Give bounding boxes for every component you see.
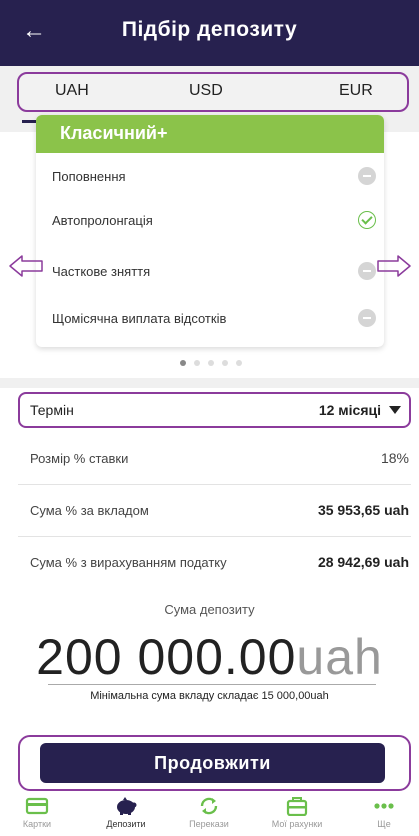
caret-down-icon bbox=[389, 406, 401, 414]
tab-eur[interactable]: EUR bbox=[339, 82, 373, 100]
tab-cards[interactable]: Картки bbox=[2, 792, 72, 836]
detail-label: Розмір % ставки bbox=[30, 451, 129, 466]
detail-row-interest-after-tax: Сума % з вирахуванням податку 28 942,69 … bbox=[0, 538, 419, 590]
deposit-amount-label: Сума депозиту bbox=[164, 602, 255, 617]
deposit-product-card[interactable]: Класичний+ Поповнення Автопролонгація Ча… bbox=[36, 115, 384, 347]
tab-label: Ще bbox=[377, 819, 391, 829]
detail-row-interest: Сума % за вкладом 35 953,65 uah bbox=[0, 486, 419, 538]
available-check-icon bbox=[358, 211, 376, 229]
unavailable-minus-icon bbox=[358, 167, 376, 185]
more-icon bbox=[374, 803, 394, 809]
page-title: Підбір депозиту bbox=[121, 18, 298, 41]
term-value: 12 місяці bbox=[318, 402, 381, 418]
detail-label: Сума % з вирахуванням податку bbox=[30, 555, 227, 570]
deposit-product-title: Класичний+ bbox=[60, 123, 168, 143]
detail-value: 35 953,65 uah bbox=[317, 502, 409, 518]
carousel-dot[interactable] bbox=[208, 360, 214, 366]
minimum-amount-note: Мінімальна сума вкладу складає 15 000,00… bbox=[90, 690, 329, 702]
card-header: Класичний+ bbox=[36, 115, 384, 153]
feature-label-replenishment: Поповнення bbox=[52, 169, 126, 184]
detail-row-rate: Розмір % ставки 18% bbox=[0, 434, 419, 486]
tab-uah[interactable]: UAH bbox=[55, 82, 89, 100]
tab-label: Депозити bbox=[106, 819, 146, 829]
unavailable-minus-icon bbox=[358, 309, 376, 327]
detail-label: Сума % за вкладом bbox=[30, 503, 149, 518]
tab-label: Картки bbox=[22, 819, 52, 829]
detail-value: 28 942,69 uah bbox=[317, 554, 409, 570]
tab-my-accounts[interactable]: Мої рахунки bbox=[262, 792, 332, 836]
carousel-dot[interactable] bbox=[222, 360, 228, 366]
deposit-amount-unit: uah bbox=[296, 629, 383, 685]
wallet-icon bbox=[286, 797, 308, 816]
carousel-pagination bbox=[180, 360, 260, 370]
tab-label: Перекази bbox=[189, 819, 229, 829]
tab-transfers[interactable]: Перекази bbox=[174, 792, 244, 836]
deposit-amount-input[interactable]: 200 000.00uah bbox=[0, 628, 419, 686]
bottom-tab-bar: Картки Депозити Перекази Мої рахунки Ще bbox=[0, 792, 419, 836]
carousel-dot[interactable] bbox=[180, 360, 186, 366]
divider bbox=[18, 536, 411, 537]
continue-button[interactable]: Продовжити bbox=[40, 743, 385, 783]
unavailable-minus-icon bbox=[358, 262, 376, 280]
swipe-right-arrow-icon[interactable] bbox=[376, 254, 412, 278]
card-icon bbox=[25, 797, 49, 815]
deposit-amount-value: 200 000.00 bbox=[36, 629, 297, 685]
transfer-icon bbox=[200, 797, 218, 815]
amount-underline bbox=[48, 684, 376, 685]
swipe-left-arrow-icon[interactable] bbox=[8, 254, 44, 278]
feature-label-monthly-interest: Щомісячна виплата відсотків bbox=[52, 311, 227, 326]
tab-usd[interactable]: USD bbox=[189, 82, 223, 100]
app-header: ← Підбір депозиту bbox=[0, 0, 419, 66]
section-separator bbox=[0, 378, 419, 388]
carousel-dot[interactable] bbox=[194, 360, 200, 366]
carousel-dot[interactable] bbox=[236, 360, 242, 366]
piggy-bank-icon bbox=[117, 797, 137, 815]
feature-label-autoprolongation: Автопролонгація bbox=[52, 213, 153, 228]
tab-label: Мої рахунки bbox=[271, 819, 323, 829]
tab-deposits[interactable]: Депозити bbox=[91, 792, 161, 836]
feature-label-partial-withdrawal: Часткове зняття bbox=[52, 264, 151, 279]
tab-more[interactable]: Ще bbox=[349, 792, 419, 836]
currency-tabs: UAH USD EUR bbox=[17, 72, 409, 112]
detail-value: 18% bbox=[380, 450, 409, 466]
divider bbox=[18, 484, 411, 485]
term-label: Термін bbox=[30, 402, 74, 418]
term-dropdown[interactable]: Термін 12 місяці bbox=[18, 392, 411, 428]
